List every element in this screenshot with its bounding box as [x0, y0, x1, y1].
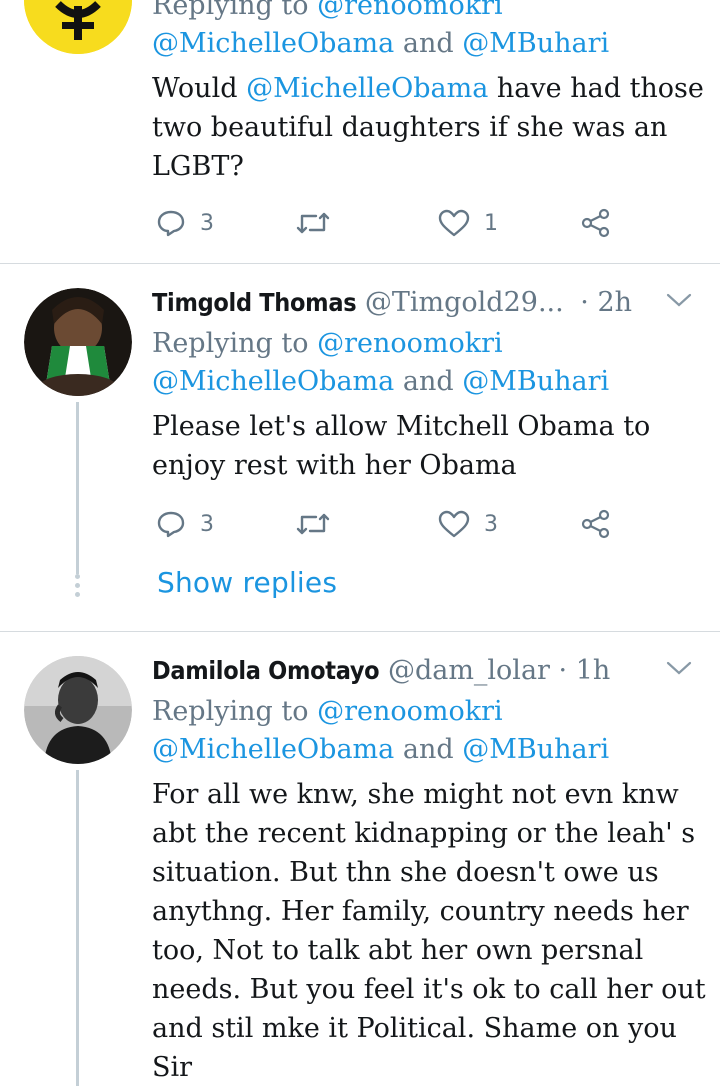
- tweet-text-line: Sir: [152, 1052, 193, 1083]
- tweet-text-line: LGBT?: [152, 151, 244, 182]
- tweet-text-line: two beautiful daughters if she was an: [152, 112, 668, 143]
- action-bar: 3 3: [152, 502, 632, 546]
- thread-line: [76, 402, 79, 574]
- show-replies-link[interactable]: Show replies: [157, 566, 337, 599]
- avatar[interactable]: [24, 288, 132, 396]
- reply-button[interactable]: 3: [156, 201, 214, 245]
- share-icon: [581, 509, 610, 539]
- avatar[interactable]: [24, 656, 132, 764]
- mentions-line: @MichelleObama and @MBuhari: [152, 734, 610, 765]
- mention-link[interactable]: @MichelleObama: [152, 28, 394, 59]
- reply-handle-link[interactable]: @renoomokri: [317, 328, 503, 359]
- like-button[interactable]: 1: [438, 201, 498, 245]
- mention-link[interactable]: @MichelleObama: [152, 366, 394, 397]
- avatar[interactable]: [24, 0, 132, 54]
- mentions-line: @MichelleObama and @MBuhari: [152, 366, 610, 397]
- more-options-button[interactable]: [666, 660, 692, 680]
- share-button[interactable]: [580, 502, 612, 546]
- reply-button[interactable]: 3: [156, 502, 214, 546]
- thread-line: [76, 770, 79, 1086]
- share-icon: [581, 208, 610, 238]
- chevron-down-icon: [666, 661, 692, 675]
- reply-icon: [157, 511, 185, 538]
- retweet-icon: [296, 513, 330, 535]
- thread-dots: [73, 574, 82, 601]
- retweet-icon: [296, 212, 330, 234]
- author-name[interactable]: Damilola Omotayo: [152, 656, 380, 685]
- mention-link[interactable]: @MBuhari: [462, 28, 609, 59]
- tweet-text-line: Please let's allow Mitchell Obama to: [152, 411, 651, 442]
- tweet-2[interactable]: Timgold Thomas @Timgold29... · 2h Replyi…: [0, 264, 720, 632]
- tweet-text-line: and stil mke it Political. Shame on you: [152, 1013, 677, 1044]
- more-options-button[interactable]: [666, 292, 692, 312]
- reply-handle-link[interactable]: @renoomokri: [317, 696, 503, 727]
- share-button[interactable]: [580, 201, 612, 245]
- timestamp[interactable]: · 1h: [559, 655, 611, 686]
- author-handle[interactable]: @Timgold29...: [365, 287, 564, 318]
- mentions-line: @MichelleObama and @MBuhari: [152, 28, 610, 59]
- mention-link[interactable]: @MBuhari: [462, 366, 609, 397]
- tweet-text-line: For all we knw, she might not evn knw: [152, 779, 679, 810]
- mention-link[interactable]: @MichelleObama: [246, 73, 488, 104]
- tweet-header: Timgold Thomas @Timgold29... · 2h: [152, 283, 632, 322]
- tweet-text-line: abt the recent kidnapping or the leah' s: [152, 818, 696, 849]
- avatar-photo-icon: [24, 656, 132, 764]
- chevron-down-icon: [666, 293, 692, 307]
- author-handle[interactable]: @dam_lolar: [388, 655, 550, 686]
- tweet-text-line: too, Not to talk abt her own persnal: [152, 935, 644, 966]
- tweet-text-line: needs. But you feel it's ok to call her …: [152, 974, 706, 1005]
- reply-context: Replying to @renoomokri: [152, 0, 503, 25]
- tweet-text-line: anythng. Her family, country needs her: [152, 896, 689, 927]
- retweet-button[interactable]: [296, 502, 330, 546]
- mention-link[interactable]: @MichelleObama: [152, 734, 394, 765]
- reply-context: Replying to @renoomokri: [152, 328, 503, 359]
- retweet-button[interactable]: [296, 201, 330, 245]
- reply-icon: [157, 210, 185, 237]
- action-bar: 3 1: [152, 201, 632, 245]
- tweet-text-line: situation. But thn she doesn't owe us: [152, 857, 659, 888]
- tweet-3[interactable]: Damilola Omotayo @dam_lolar · 1h Replyin…: [0, 632, 720, 1086]
- tweet-1[interactable]: Replying to @renoomokri @MichelleObama a…: [0, 0, 720, 264]
- timestamp[interactable]: · 2h: [580, 287, 632, 318]
- mention-link[interactable]: @MBuhari: [462, 734, 609, 765]
- reply-context: Replying to @renoomokri: [152, 696, 503, 727]
- tweet-text-line: enjoy rest with her Obama: [152, 450, 517, 481]
- author-name[interactable]: Timgold Thomas: [152, 288, 357, 317]
- like-icon: [438, 510, 470, 538]
- tweet-header: Damilola Omotayo @dam_lolar · 1h: [152, 651, 610, 690]
- like-icon: [438, 209, 470, 237]
- reply-handle-link[interactable]: @renoomokri: [317, 0, 503, 21]
- like-button[interactable]: 3: [438, 502, 498, 546]
- avatar-symbol-icon: [24, 0, 132, 54]
- avatar-photo-icon: [24, 288, 132, 396]
- tweet-text-line: Would @MichelleObama have had those: [152, 73, 704, 104]
